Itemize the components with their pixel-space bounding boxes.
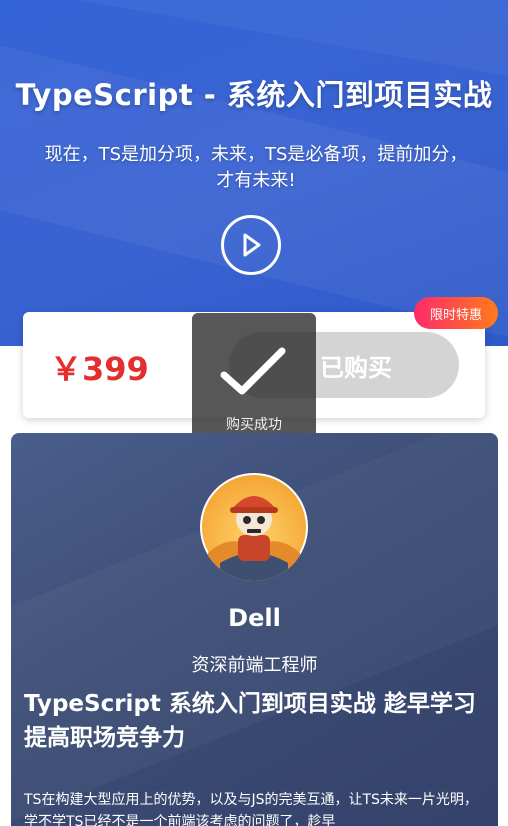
author-name: Dell [228,604,281,632]
toast-message: 购买成功 [226,417,282,433]
checkmark-icon [220,347,286,395]
course-headline: TypeScript - 系统入门到项目实战 [15,78,493,112]
avatar [200,473,308,581]
course-tagline: 现在，TS是加分项，未来，TS是必备项，提前加分，才有未来! [44,144,468,191]
price-label: ￥399 [50,350,149,388]
course-title: TypeScript 系统入门到项目实战 趁早学习提高职场竞争力 [24,691,476,751]
hero-banner: TypeScript - 系统入门到项目实战 现在，TS是加分项，未来，TS是必… [0,0,508,346]
course-description: TS在构建大型应用上的优势，以及与JS的完美互通，让TS未来一片光明，学不学TS… [24,792,478,826]
author-role: 资深前端工程师 [191,655,318,676]
play-button[interactable] [221,215,281,275]
course-page: TypeScript - 系统入门到项目实战 现在，TS是加分项，未来，TS是必… [0,0,508,826]
play-icon [243,233,261,257]
promo-badge: 限时特惠 [414,297,498,329]
avatar-illustration [202,475,306,581]
author-card: Dell 资深前端工程师 TypeScript 系统入门到项目实战 趁早学习提高… [11,433,498,826]
